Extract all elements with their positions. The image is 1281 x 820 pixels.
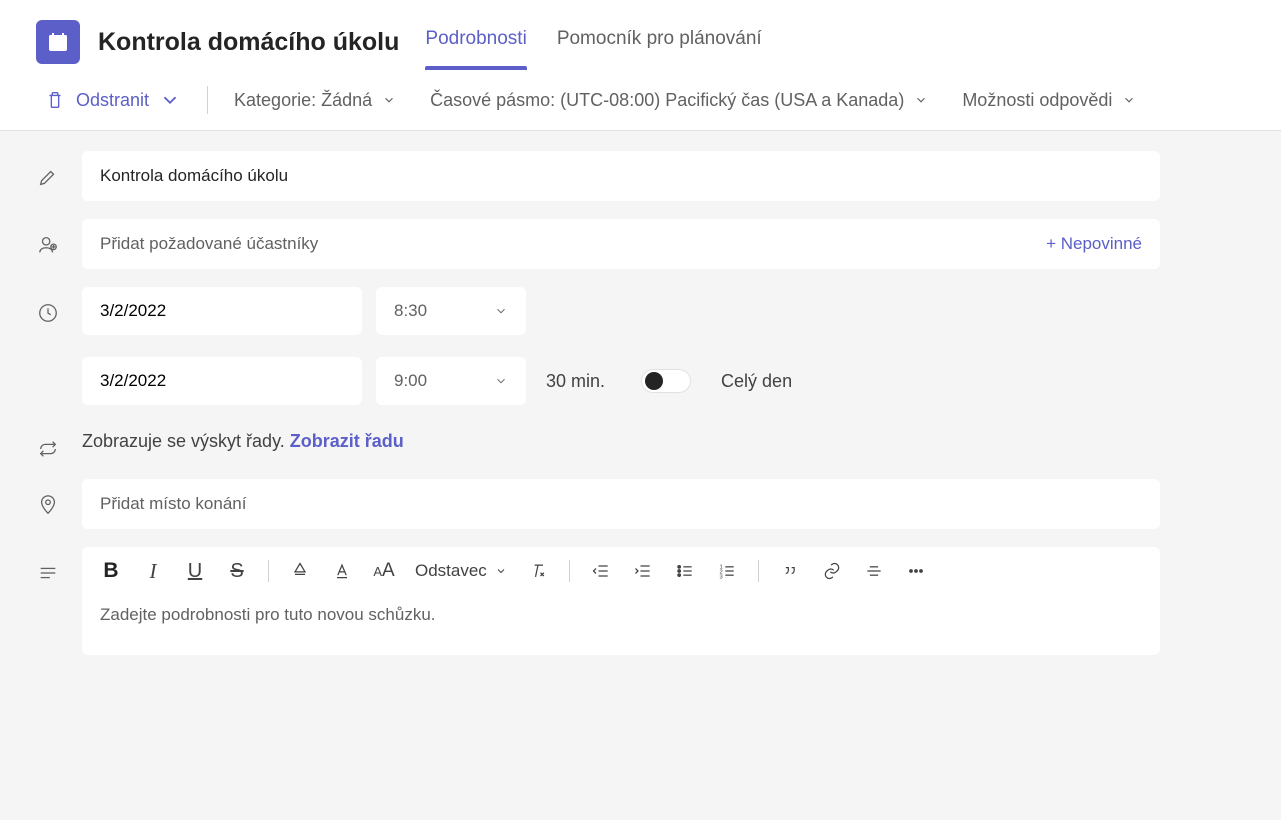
clear-formatting-button[interactable]: [527, 557, 549, 585]
tab-details[interactable]: Podrobnosti: [425, 14, 526, 70]
bulleted-list-button[interactable]: [674, 557, 696, 585]
divider-button[interactable]: [863, 557, 885, 585]
end-time-value: 9:00: [394, 371, 427, 391]
chevron-down-icon: [494, 304, 508, 318]
recurrence-text: Zobrazuje se výskyt řady. Zobrazit řadu: [82, 423, 404, 460]
header: Kontrola domácího úkolu Podrobnosti Pomo…: [0, 0, 1281, 70]
optional-attendees-link[interactable]: + Nepovinné: [1046, 234, 1142, 254]
chevron-down-icon: [494, 374, 508, 388]
duration-label: 30 min.: [546, 371, 605, 392]
paragraph-style-select[interactable]: Odstavec: [415, 561, 507, 581]
pencil-icon: [36, 165, 60, 189]
location-icon: [36, 493, 60, 517]
recurrence-icon: [36, 437, 60, 461]
link-button[interactable]: [821, 557, 843, 585]
attendees-row: Přidat požadované účastníky + Nepovinné: [36, 219, 1245, 269]
italic-button[interactable]: I: [142, 557, 164, 585]
start-time-select[interactable]: 8:30: [376, 287, 526, 335]
people-add-icon: [36, 233, 60, 257]
more-options-button[interactable]: [905, 557, 927, 585]
delete-label: Odstranit: [76, 90, 149, 111]
timezone-dropdown[interactable]: Časové pásmo: (UTC-08:00) Pacifický čas …: [430, 90, 928, 111]
quote-button[interactable]: [779, 557, 801, 585]
rich-editor: B I U S AA Odstavec: [82, 547, 1160, 655]
chevron-down-icon: [382, 93, 396, 107]
all-day-toggle[interactable]: [641, 369, 691, 393]
timezone-label: Časové pásmo: (UTC-08:00) Pacifický čas …: [430, 90, 904, 111]
chevron-down-icon: [495, 565, 507, 577]
page-title: Kontrola domácího úkolu: [98, 28, 399, 57]
start-time-value: 8:30: [394, 301, 427, 321]
editor-toolbar: B I U S AA Odstavec: [82, 547, 1160, 595]
editor-body[interactable]: Zadejte podrobnosti pro tuto novou schůz…: [82, 595, 1160, 655]
category-dropdown[interactable]: Kategorie: Žádná: [234, 90, 396, 111]
location-input[interactable]: [82, 479, 1160, 529]
numbered-list-button[interactable]: 123: [716, 557, 738, 585]
category-label: Kategorie: Žádná: [234, 90, 372, 111]
chevron-down-icon: [159, 89, 181, 111]
bold-button[interactable]: B: [100, 557, 122, 585]
separator: [758, 560, 759, 582]
attendees-placeholder: Přidat požadované účastníky: [100, 234, 318, 254]
start-date-input[interactable]: [82, 287, 362, 335]
form: Přidat požadované účastníky + Nepovinné …: [0, 131, 1281, 693]
svg-text:3: 3: [719, 575, 722, 581]
separator: [268, 560, 269, 582]
font-color-button[interactable]: [331, 557, 353, 585]
description-icon: [36, 561, 60, 585]
tabs: Podrobnosti Pomocník pro plánování: [425, 14, 761, 70]
tab-scheduling-assistant[interactable]: Pomocník pro plánování: [557, 14, 762, 70]
separator: [207, 86, 208, 114]
chevron-down-icon: [1122, 93, 1136, 107]
font-size-button[interactable]: AA: [373, 557, 395, 585]
all-day-label: Celý den: [721, 371, 792, 392]
attendees-input[interactable]: Přidat požadované účastníky + Nepovinné: [82, 219, 1160, 269]
response-label: Možnosti odpovědi: [962, 90, 1112, 111]
datetime-row: 8:30 9:00 30 min. Celý den: [36, 287, 1245, 405]
show-series-link[interactable]: Zobrazit řadu: [290, 431, 404, 451]
title-row: [36, 151, 1245, 201]
underline-button[interactable]: U: [184, 557, 206, 585]
increase-indent-button[interactable]: [632, 557, 654, 585]
toolbar: Odstranit Kategorie: Žádná Časové pásmo:…: [0, 70, 1281, 131]
description-row: B I U S AA Odstavec: [36, 547, 1245, 655]
end-time-select[interactable]: 9:00: [376, 357, 526, 405]
strikethrough-button[interactable]: S: [226, 557, 248, 585]
highlight-button[interactable]: [289, 557, 311, 585]
location-row: [36, 479, 1245, 529]
end-date-input[interactable]: [82, 357, 362, 405]
decrease-indent-button[interactable]: [590, 557, 612, 585]
delete-button[interactable]: Odstranit: [44, 89, 181, 111]
clock-icon: [36, 301, 60, 325]
recurrence-row: Zobrazuje se výskyt řady. Zobrazit řadu: [36, 423, 1245, 461]
calendar-app-icon: [36, 20, 80, 64]
title-input[interactable]: [82, 151, 1160, 201]
response-options-dropdown[interactable]: Možnosti odpovědi: [962, 90, 1136, 111]
separator: [569, 560, 570, 582]
chevron-down-icon: [914, 93, 928, 107]
